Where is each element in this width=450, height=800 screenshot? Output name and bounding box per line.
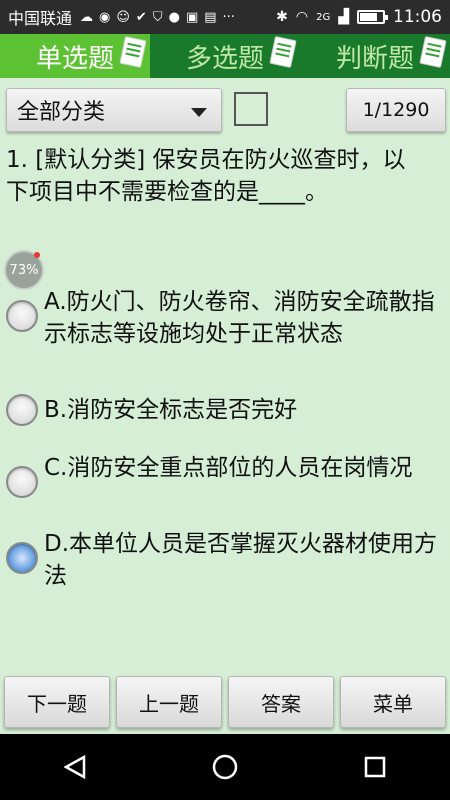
signal-icon: ▟ (338, 9, 349, 25)
option-c-radio[interactable] (6, 466, 38, 498)
home-button[interactable] (195, 737, 255, 797)
home-icon (212, 754, 238, 780)
status-bar: 中国联通 ☁ ◉ ☺ ✔ ⛉ ● ▣ ▤ ··· ✱ ◠ 2G ▟ 11:06 (0, 0, 450, 34)
notification-dot (34, 252, 40, 258)
option-d-text: D.本单位人员是否掌握灭火器材使用方法 (44, 531, 438, 589)
option-d-radio[interactable] (6, 542, 38, 574)
network-type: 2G (316, 11, 331, 23)
paper-icon (419, 36, 447, 68)
back-button[interactable] (45, 737, 105, 797)
android-nav-bar (0, 734, 450, 800)
recents-icon (364, 756, 386, 778)
recents-button[interactable] (345, 737, 405, 797)
option-d[interactable]: D.本单位人员是否掌握灭火器材使用方法 (6, 528, 446, 592)
sms-icon: ▤ (204, 9, 217, 25)
tab-label: 判断题 (335, 43, 414, 74)
paper-icon (269, 36, 297, 68)
category-dropdown[interactable]: 全部分类 (6, 88, 222, 132)
question-type-tabs: 单选题 多选题 判断题 (0, 34, 450, 78)
option-b-text: B.消防安全标志是否完好 (44, 397, 298, 423)
menu-button[interactable]: 菜单 (340, 676, 446, 728)
system-icons: ✱ ◠ 2G ▟ 11:06 (276, 7, 442, 27)
category-value: 全部分类 (17, 100, 106, 125)
smile-icon: ☺ (116, 9, 130, 25)
next-question-button[interactable]: 下一题 (4, 676, 110, 728)
answer-label: 答案 (261, 691, 301, 716)
battery-icon (357, 10, 388, 24)
question-counter: 1/1290 (362, 99, 430, 121)
tab-true-false[interactable]: 判断题 (300, 34, 450, 78)
app-icon: ◉ (99, 9, 111, 25)
answer-button[interactable]: 答案 (228, 676, 334, 728)
progress-percent: 73% (9, 262, 39, 278)
filter-row: 全部分类 1/1290 (6, 88, 446, 134)
option-b-radio[interactable] (6, 394, 38, 426)
bottom-toolbar: 下一题 上一题 答案 菜单 (0, 676, 450, 734)
filter-checkbox[interactable] (234, 92, 268, 126)
carrier-label: 中国联通 (8, 9, 73, 28)
wifi-icon: ◠ (295, 9, 309, 25)
clock: 11:06 (393, 7, 442, 27)
more-icon: ··· (222, 9, 235, 25)
image-icon: ▣ (185, 9, 199, 25)
question-text: 1. [默认分类] 保安员在防火巡查时，以下项目中不需要检查的是____。 (6, 147, 406, 205)
option-a-text: A.防火门、防火卷帘、消防安全疏散指示标志等设施均处于正常状态 (44, 289, 435, 347)
quiz-content: 全部分类 1/1290 1. [默认分类] 保安员在防火巡查时，以下项目中不需要… (0, 78, 450, 734)
notification-icons: ☁ ◉ ☺ ✔ ⛉ ● ▣ ▤ ··· (80, 10, 235, 25)
paper-icon (119, 36, 147, 68)
progress-bubble[interactable]: 73% (4, 250, 44, 290)
chevron-down-icon (191, 108, 207, 117)
tab-multiple-choice[interactable]: 多选题 (150, 34, 300, 78)
menu-label: 菜单 (373, 691, 413, 716)
option-a-radio[interactable] (6, 300, 38, 332)
back-icon (64, 755, 86, 779)
option-a[interactable]: A.防火门、防火卷帘、消防安全疏散指示标志等设施均处于正常状态 (6, 286, 446, 350)
check-icon: ✔ (135, 9, 147, 25)
bird-icon: ● (168, 9, 180, 25)
prev-label: 上一题 (139, 691, 199, 716)
next-label: 下一题 (27, 691, 87, 716)
option-c-text: C.消防安全重点部位的人员在岗情况 (44, 455, 413, 481)
tab-label: 单选题 (35, 43, 114, 74)
tab-single-choice[interactable]: 单选题 (0, 34, 150, 78)
shield-icon: ⛉ (152, 9, 163, 25)
battery-fill (360, 13, 377, 21)
tab-label: 多选题 (185, 43, 264, 74)
option-c[interactable]: C.消防安全重点部位的人员在岗情况 (6, 452, 446, 498)
previous-question-button[interactable]: 上一题 (116, 676, 222, 728)
cloud-icon: ☁ (80, 9, 94, 25)
question-counter-button[interactable]: 1/1290 (346, 88, 446, 132)
bluetooth-icon: ✱ (276, 9, 288, 25)
option-b[interactable]: B.消防安全标志是否完好 (6, 386, 446, 426)
